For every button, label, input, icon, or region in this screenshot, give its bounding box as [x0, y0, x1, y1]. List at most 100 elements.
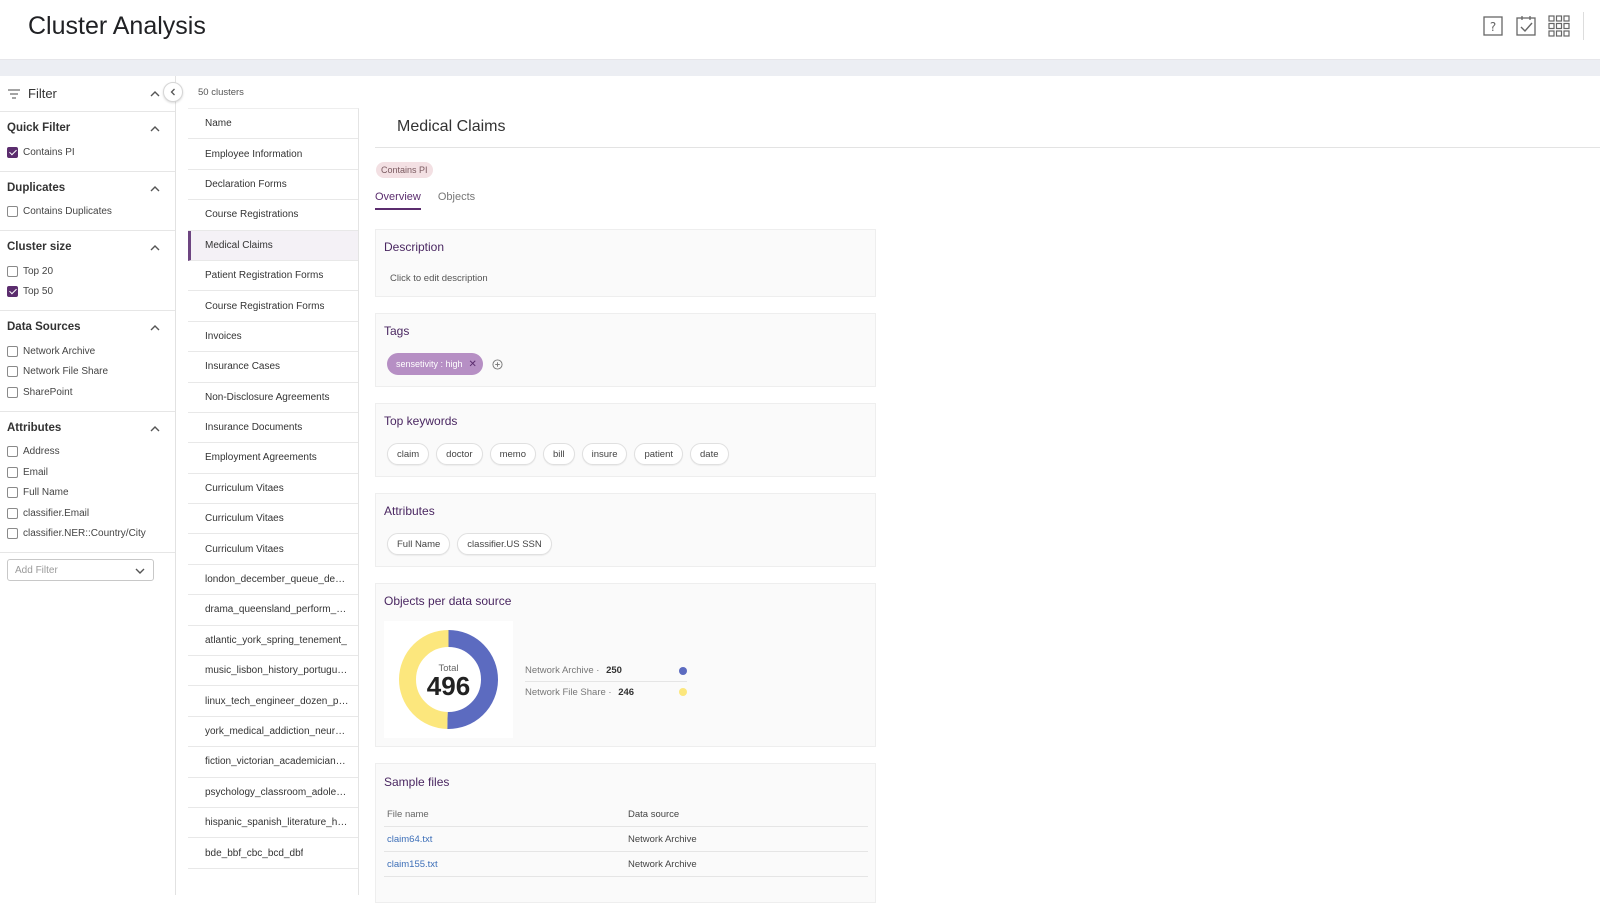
sample-files-title: Sample files	[384, 775, 450, 789]
remove-tag-icon[interactable]: ✕	[469, 359, 477, 370]
add-filter-select[interactable]: Add Filter	[7, 559, 154, 581]
section-title[interactable]: Data Sources	[0, 311, 175, 341]
cluster-list-item[interactable]: Curriculum Vitaes	[188, 474, 358, 505]
table-row: claim155.txt Network Archive	[384, 852, 868, 877]
filter-option-classifier-ner-country-city[interactable]: classifier.NER::Country/City	[0, 524, 175, 545]
attributes-card: Attributes Full Name classifier.US SSN	[375, 493, 876, 567]
attribute-chip[interactable]: classifier.US SSN	[457, 533, 552, 555]
keyword-chip[interactable]: insure	[581, 443, 628, 465]
chevron-up-icon[interactable]	[150, 124, 160, 134]
cluster-name: Employment Agreements	[205, 452, 317, 464]
description-text[interactable]: Click to edit description	[390, 273, 488, 284]
cluster-list-item[interactable]: Course Registrations	[188, 200, 358, 231]
cluster-title: Medical Claims	[397, 118, 506, 135]
cluster-name: york_medical_addiction_neurology	[205, 726, 350, 737]
chevron-up-icon[interactable]	[150, 243, 160, 253]
section-title[interactable]: Duplicates	[0, 172, 175, 202]
filter-option-contains-pi[interactable]: Contains PI	[0, 142, 175, 163]
keyword-chip[interactable]: patient	[634, 443, 684, 465]
checkbox[interactable]	[7, 206, 18, 218]
file-name-link[interactable]: claim155.txt	[384, 859, 625, 870]
filter-section-cluster-size: Cluster size Top 20 Top 50	[0, 231, 175, 311]
keyword-chip[interactable]: doctor	[436, 443, 483, 465]
cluster-list-item[interactable]: Invoices	[188, 322, 358, 353]
cluster-list-item[interactable]: psychology_classroom_adolescent	[188, 778, 358, 808]
source-legend: Network Archive · 250 Network File Share…	[525, 660, 687, 702]
cluster-list-item[interactable]: hispanic_spanish_literature_house	[188, 808, 358, 839]
checkbox[interactable]	[7, 345, 18, 357]
checkbox[interactable]	[7, 386, 18, 398]
cluster-name: Patient Registration Forms	[205, 270, 324, 282]
checkbox[interactable]	[7, 507, 18, 519]
cluster-list-item[interactable]: bde_bbf_cbc_bcd_dbf	[188, 838, 358, 869]
table-row: claim64.txt Network Archive	[384, 827, 868, 852]
filter-option-classifier-email[interactable]: classifier.Email	[0, 503, 175, 524]
collapse-sidebar-button[interactable]	[163, 82, 183, 102]
cluster-list-item[interactable]: Declaration Forms	[188, 170, 358, 201]
apps-grid-icon[interactable]	[1548, 12, 1584, 40]
option-label: classifier.Email	[23, 507, 90, 519]
cluster-list-item[interactable]: Course Registration Forms	[188, 291, 358, 322]
cluster-list-item[interactable]: Employment Agreements	[188, 443, 358, 474]
filter-option-network-archive[interactable]: Network Archive	[0, 341, 175, 362]
filter-header[interactable]: Filter	[0, 76, 175, 112]
task-check-icon[interactable]	[1515, 14, 1537, 38]
chevron-up-icon[interactable]	[150, 89, 160, 99]
cluster-name: Non-Disclosure Agreements	[205, 391, 330, 403]
tag-chip[interactable]: sensetivity : high ✕	[387, 353, 483, 375]
keyword-chip[interactable]: date	[690, 443, 729, 465]
tag-label: sensetivity : high	[396, 359, 463, 369]
checkbox[interactable]	[7, 146, 18, 158]
option-label: SharePoint	[23, 386, 73, 398]
cluster-list-item[interactable]: drama_queensland_perform_scene	[188, 595, 358, 626]
filter-option-top-20[interactable]: Top 20	[0, 261, 175, 282]
filter-option-full-name[interactable]: Full Name	[0, 483, 175, 504]
cluster-list-item[interactable]: Insurance Documents	[188, 413, 358, 444]
filter-option-email[interactable]: Email	[0, 462, 175, 483]
checkbox[interactable]	[7, 528, 18, 540]
cluster-list-item[interactable]: Curriculum Vitaes	[188, 534, 358, 565]
cluster-list-item[interactable]: Medical Claims	[188, 230, 358, 261]
cluster-list-item[interactable]: music_lisbon_history_portuguese	[188, 656, 358, 687]
cluster-name: bde_bbf_cbc_bcd_dbf	[205, 847, 304, 859]
tab-objects[interactable]: Objects	[438, 191, 475, 210]
cluster-list-item[interactable]: london_december_queue_design	[188, 565, 358, 596]
add-tag-icon[interactable]	[492, 358, 503, 370]
attribute-chip[interactable]: Full Name	[387, 533, 451, 555]
checkbox[interactable]	[7, 446, 18, 458]
cluster-list-item[interactable]: Curriculum Vitaes	[188, 504, 358, 535]
filter-option-sharepoint[interactable]: SharePoint	[0, 382, 175, 403]
section-title[interactable]: Attributes	[0, 412, 175, 442]
cluster-list-item[interactable]: Non-Disclosure Agreements	[188, 383, 358, 413]
section-title[interactable]: Cluster size	[0, 231, 175, 261]
section-title[interactable]: Quick Filter	[0, 112, 175, 142]
keyword-chip[interactable]: bill	[542, 443, 575, 465]
chevron-up-icon[interactable]	[150, 424, 160, 434]
cluster-list-item[interactable]: york_medical_addiction_neurology	[188, 717, 358, 748]
tab-overview[interactable]: Overview	[375, 191, 421, 210]
filter-section-duplicates: Duplicates Contains Duplicates	[0, 172, 175, 231]
checkbox[interactable]	[7, 487, 18, 499]
cluster-list-item[interactable]: fiction_victorian_academician_drama	[188, 747, 358, 778]
filter-option-network-file-share[interactable]: Network File Share	[0, 362, 175, 383]
chevron-up-icon[interactable]	[150, 184, 160, 194]
checkbox[interactable]	[7, 286, 18, 298]
cluster-list-item[interactable]: atlantic_york_spring_tenement_	[188, 626, 358, 657]
cluster-list-item[interactable]: Employee Information	[188, 139, 358, 170]
cluster-list-item[interactable]: Patient Registration Forms	[188, 261, 358, 292]
filter-option-top-50[interactable]: Top 50	[0, 282, 175, 303]
file-name-link[interactable]: claim64.txt	[384, 834, 625, 845]
checkbox[interactable]	[7, 466, 18, 478]
filter-option-address[interactable]: Address	[0, 442, 175, 463]
checkbox[interactable]	[7, 265, 18, 277]
cluster-list-item[interactable]: linux_tech_engineer_dozen_project	[188, 686, 358, 717]
filter-sections: Quick Filter Contains PI Duplicates Contain…	[0, 112, 175, 553]
cluster-name: Insurance Cases	[205, 361, 281, 373]
checkbox[interactable]	[7, 366, 18, 378]
filter-option-contains-duplicates[interactable]: Contains Duplicates	[0, 202, 175, 223]
keyword-chip[interactable]: claim	[387, 443, 430, 465]
cluster-list-item[interactable]: Insurance Cases	[188, 352, 358, 383]
help-icon[interactable]: ?	[1482, 14, 1504, 38]
keyword-chip[interactable]: memo	[489, 443, 536, 465]
chevron-up-icon[interactable]	[150, 323, 160, 333]
